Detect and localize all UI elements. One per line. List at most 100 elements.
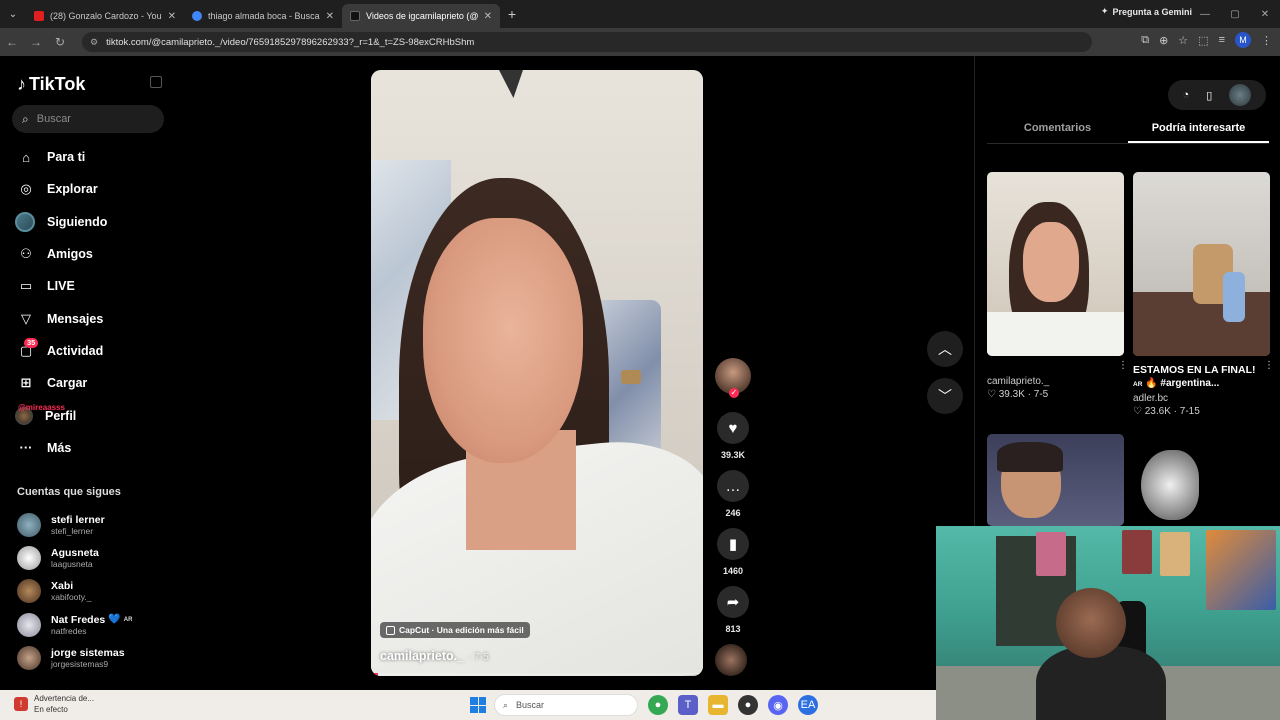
video-thumbnail[interactable]: [987, 172, 1124, 356]
account-name: stefi lerner: [51, 513, 105, 526]
sidebar-item-actividad[interactable]: ▢ 35 Actividad: [0, 335, 180, 367]
warning-icon: !: [14, 697, 28, 711]
reading-list-icon[interactable]: ≡: [1219, 34, 1225, 46]
capcut-tag[interactable]: CapCut · Una edición más fácil: [380, 622, 530, 638]
sidebar-item-siguiendo[interactable]: Siguiendo: [0, 206, 180, 238]
sidebar-item-label: Más: [47, 440, 72, 455]
sidebar-item-label: Mensajes: [47, 311, 104, 326]
zoom-icon[interactable]: ⊕: [1159, 34, 1168, 47]
video-player[interactable]: CapCut · Una edición más fácil camilapri…: [371, 70, 703, 676]
browser-tab-tiktok[interactable]: Videos de igcamilaprieto (@ca ✕: [342, 4, 500, 28]
back-icon[interactable]: ←: [0, 35, 24, 49]
maximize-icon[interactable]: ▢: [1220, 0, 1250, 28]
sidebar-item-mas[interactable]: ··· Más: [0, 432, 180, 464]
share-action[interactable]: ➦ 813: [713, 586, 753, 634]
comment-icon[interactable]: …: [717, 470, 749, 502]
suggested-video-card[interactable]: [987, 434, 1124, 526]
sidebar-item-para-ti[interactable]: ⌂ Para ti: [0, 141, 180, 173]
sidebar-item-amigos[interactable]: ⚇ Amigos: [0, 238, 180, 270]
share-arrow-icon[interactable]: ➦: [717, 586, 749, 618]
video-thumbnail[interactable]: [987, 434, 1124, 526]
teams-icon[interactable]: T: [678, 695, 698, 715]
card-menu-icon[interactable]: ⋮: [1264, 360, 1274, 371]
like-action[interactable]: ♥ 39.3K: [713, 412, 753, 460]
close-window-icon[interactable]: ✕: [1250, 0, 1280, 28]
close-tab-icon[interactable]: ✕: [326, 11, 334, 22]
video-progress-bar[interactable]: [371, 673, 703, 676]
webcam-poster: [1036, 532, 1066, 576]
app-icon[interactable]: ●: [738, 695, 758, 715]
video-person-face: [423, 218, 583, 463]
gemini-button[interactable]: ✦ Pregunta a Gemini: [1101, 6, 1192, 17]
thumbnail-shape: [1141, 450, 1199, 520]
gemini-label: Pregunta a Gemini: [1112, 6, 1192, 17]
video-thumbnail[interactable]: [1133, 172, 1270, 356]
close-tab-icon[interactable]: ✕: [168, 11, 176, 22]
windows-start-icon[interactable]: [470, 697, 486, 713]
extensions-icon[interactable]: ⬚: [1198, 34, 1208, 47]
forward-icon[interactable]: →: [24, 35, 48, 49]
sidebar-item-explorar[interactable]: ◎ Explorar: [0, 173, 180, 205]
ea-icon[interactable]: EA: [798, 695, 818, 715]
webcam-overlay: [936, 526, 1280, 720]
heart-icon[interactable]: ♥: [717, 412, 749, 444]
compass-icon[interactable]: ◔: [1183, 89, 1190, 101]
creator-avatar[interactable]: ✓: [715, 358, 751, 398]
sidebar-item-label: LIVE: [47, 279, 75, 294]
browser-tab-google[interactable]: thiago almada boca - Buscar co ✕: [184, 4, 342, 28]
music-disc-icon[interactable]: [715, 644, 747, 676]
minimize-icon[interactable]: —: [1190, 0, 1220, 28]
file-explorer-icon[interactable]: ▬: [708, 695, 728, 715]
site-info-icon[interactable]: ⚙: [90, 37, 98, 48]
video-author[interactable]: camilaprieto._ · 7-5: [380, 649, 489, 663]
previous-video-button[interactable]: ︿: [927, 331, 963, 367]
tab-title: Videos de igcamilaprieto (@ca: [366, 11, 478, 21]
card-stats: ♡ 39.3K · 7-5: [987, 389, 1049, 400]
following-account[interactable]: Xabi xabifooty._: [17, 575, 177, 608]
save-action[interactable]: ▮ 1460: [713, 528, 753, 576]
tab-comentarios[interactable]: Comentarios: [987, 118, 1128, 143]
taskbar-search[interactable]: ⌕ Buscar: [494, 694, 638, 716]
suggested-video-card[interactable]: camilaprieto._ ♡ 39.3K · 7-5 ⋮: [987, 172, 1128, 400]
translate-icon[interactable]: ⧉: [1141, 34, 1149, 47]
following-account[interactable]: stefi lerner stefi_lerner: [17, 508, 177, 541]
tiktok-logo[interactable]: ♪ TikTok: [17, 74, 85, 95]
card-date: 7-15: [1179, 406, 1200, 417]
video-thumbnail[interactable]: [1133, 434, 1270, 526]
close-tab-icon[interactable]: ✕: [484, 11, 492, 22]
following-account[interactable]: Nat Fredes 💙 AR natfredes: [17, 608, 177, 641]
tab-podria-interesarte[interactable]: Podría interesarte: [1128, 118, 1269, 143]
compass-icon: ◎: [20, 181, 32, 197]
comment-action[interactable]: … 246: [713, 470, 753, 518]
browser-tab-youtube[interactable]: (28) Gonzalo Cardozo - YouTub ✕: [26, 4, 184, 28]
bookmark-icon[interactable]: ▮: [717, 528, 749, 560]
user-avatar[interactable]: [1229, 84, 1252, 106]
following-account[interactable]: jorge sistemas jorgesistemas9: [17, 641, 177, 674]
sidebar-item-cargar[interactable]: ⊞ Cargar: [0, 367, 180, 399]
new-tab-button[interactable]: +: [500, 6, 524, 22]
collapse-sidebar-icon[interactable]: [150, 76, 162, 88]
following-account[interactable]: Agusneta laagusneta: [17, 541, 177, 574]
card-menu-icon[interactable]: ⋮: [1118, 360, 1128, 371]
sidebar-item-perfil[interactable]: Perfil @mireaasss: [0, 399, 180, 431]
follow-plus-icon[interactable]: ✓: [729, 388, 739, 398]
share-count: 813: [725, 624, 741, 634]
profile-avatar[interactable]: M: [1235, 32, 1251, 48]
suggested-video-card[interactable]: ESTAMOS EN LA FINAL! AR 🔥 #argentina... …: [1133, 172, 1274, 417]
device-icon[interactable]: ▯: [1206, 89, 1212, 102]
next-video-button[interactable]: ﹀: [927, 378, 963, 414]
avatar: [17, 545, 41, 570]
reload-icon[interactable]: ↻: [48, 35, 72, 49]
account-handle: jorgesistemas9: [51, 658, 109, 669]
tab-search-icon[interactable]: ⌄: [0, 0, 26, 28]
sidebar-item-mensajes[interactable]: ▽ Mensajes: [0, 302, 180, 334]
bookmark-star-icon[interactable]: ☆: [1178, 34, 1188, 47]
url-field[interactable]: ⚙ tiktok.com/@camilaprieto._/video/76591…: [82, 32, 1092, 52]
chrome-icon[interactable]: ●: [648, 695, 668, 715]
taskbar-warning[interactable]: ! Advertencia de... En efecto: [14, 693, 94, 715]
search-input[interactable]: ⌕ Buscar: [12, 105, 164, 133]
sidebar-item-live[interactable]: ▭ LIVE: [0, 270, 180, 302]
suggested-video-card[interactable]: [1133, 434, 1270, 526]
menu-kebab-icon[interactable]: ⋮: [1261, 34, 1272, 47]
discord-icon[interactable]: ◉: [768, 695, 788, 715]
